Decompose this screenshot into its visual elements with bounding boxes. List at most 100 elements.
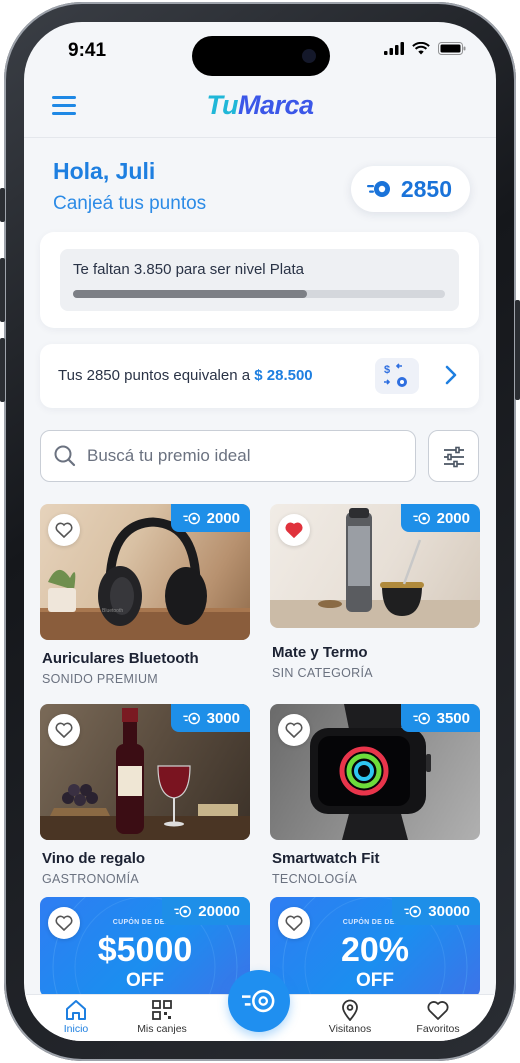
search-box	[40, 430, 416, 482]
points-value: 3500	[436, 709, 470, 727]
nav-label: Mis canjes	[137, 1023, 187, 1035]
points-coin-icon	[404, 905, 422, 917]
points-value: 2000	[436, 509, 470, 527]
coupon-off: OFF	[356, 970, 394, 991]
product-image-wine: 3000	[40, 704, 250, 840]
heart-filled-icon	[285, 522, 303, 538]
favorite-button[interactable]	[48, 514, 80, 546]
nav-item-favoritos[interactable]: Favoritos	[398, 999, 478, 1035]
level-progress-fill	[73, 290, 308, 298]
level-progress-bar	[73, 290, 445, 298]
points-coin-icon	[182, 512, 200, 524]
camera-icon	[302, 49, 316, 63]
heart-outline-icon	[55, 522, 73, 538]
brand-logo: TuMarca	[24, 90, 496, 121]
search-icon	[54, 445, 76, 467]
nav-label: Visitanos	[328, 1023, 372, 1035]
heart-icon	[427, 1001, 449, 1020]
points-badge: 3000	[170, 704, 250, 732]
nav-item-mis-canjes[interactable]: Mis canjes	[122, 999, 202, 1035]
status-time: 9:41	[68, 40, 107, 61]
side-button-power	[515, 300, 520, 400]
heart-outline-icon	[55, 722, 73, 738]
points-value: 2000	[206, 509, 240, 527]
svg-text:$: $	[384, 364, 390, 376]
svg-text:Bluetooth: Bluetooth	[102, 608, 123, 614]
equivalence-amount: $ 28.500	[254, 367, 313, 384]
points-coin-icon	[366, 181, 390, 197]
wifi-icon	[412, 42, 430, 55]
level-progress-inner: Te faltan 3.850 para ser nivel Plata	[60, 249, 459, 311]
nav-item-visitanos[interactable]: Visitanos	[310, 999, 390, 1035]
points-value: 20000	[198, 902, 240, 920]
signal-icon	[384, 42, 404, 55]
points-coin-icon	[182, 712, 200, 724]
brand-part-1: Tu	[206, 90, 238, 120]
app-header: TuMarca	[24, 80, 496, 138]
product-name: Vino de regalo	[42, 850, 146, 867]
heart-outline-icon	[55, 915, 73, 931]
coupon-image: CUPÓN DE DESC. 20% OFF 30000	[270, 897, 480, 997]
favorite-button[interactable]	[278, 514, 310, 546]
nav-label: Inicio	[63, 1023, 89, 1035]
product-category: TECNOLOGÍA	[272, 872, 357, 886]
search-input[interactable]	[87, 441, 397, 471]
brand-part-2: Marca	[237, 90, 314, 120]
points-coin-icon	[174, 905, 192, 917]
coupon-card[interactable]: CUPÓN DE DESC. 20% OFF 30000	[270, 897, 480, 997]
exchange-icon: $	[375, 358, 419, 394]
equivalence-text: Tus 2850 puntos equivalen a $ 28.500	[58, 367, 313, 384]
product-image-mate: 2000	[270, 504, 480, 628]
side-button-volume-up	[0, 258, 5, 322]
points-value: 30000	[428, 902, 470, 920]
heart-outline-icon	[285, 915, 303, 931]
favorite-button[interactable]	[278, 714, 310, 746]
screen: 9:41 TuMarca Hola, Juli Canjeá tus punto…	[24, 22, 496, 1041]
product-category: SONIDO PREMIUM	[42, 672, 159, 686]
qr-icon	[152, 1000, 172, 1020]
coupon-off: OFF	[126, 970, 164, 991]
side-button-volume-down	[0, 338, 5, 402]
nav-item-inicio[interactable]: Inicio	[36, 999, 116, 1035]
favorite-button[interactable]	[48, 907, 80, 939]
filter-button[interactable]	[428, 430, 479, 482]
nav-label: Favoritos	[416, 1023, 460, 1035]
status-icons	[384, 42, 466, 55]
product-image-headphones: Bluetooth 2000	[40, 504, 250, 640]
redeem-fab-button[interactable]	[228, 970, 290, 1032]
favorite-button[interactable]	[278, 907, 310, 939]
points-badge: 2000	[400, 504, 480, 532]
home-icon	[66, 1000, 86, 1020]
points-equivalence-card[interactable]: Tus 2850 puntos equivalen a $ 28.500 $	[40, 344, 479, 408]
level-progress-card: Te faltan 3.850 para ser nivel Plata	[40, 232, 479, 328]
chevron-right-icon[interactable]	[445, 365, 457, 385]
product-image-smartwatch: 3500	[270, 704, 480, 840]
points-coin-icon	[412, 712, 430, 724]
points-badge: 30000	[392, 897, 480, 925]
points-balance-pill[interactable]: 2850	[350, 166, 470, 212]
coupon-card[interactable]: CUPÓN DE DESC. $5000 OFF 20000	[40, 897, 250, 997]
greeting: Hola, Juli Canjeá tus puntos	[53, 158, 206, 215]
greeting-title: Hola, Juli	[53, 158, 156, 184]
points-badge: 2000	[170, 504, 250, 532]
side-button-mute	[0, 188, 5, 222]
level-message: Te faltan 3.850 para ser nivel Plata	[73, 261, 304, 278]
product-card[interactable]: Bluetooth 2000 Auriculares Bluetooth SON…	[40, 504, 250, 694]
product-category: GASTRONOMÍA	[42, 872, 140, 886]
dynamic-island	[192, 36, 330, 76]
equivalence-label: Tus 2850 puntos equivalen a	[58, 367, 255, 384]
product-card[interactable]: 2000 Mate y Termo SIN CATEGORÍA	[270, 504, 480, 694]
favorite-button[interactable]	[48, 714, 80, 746]
points-coin-icon	[412, 512, 430, 524]
greeting-subtitle: Canjeá tus puntos	[53, 193, 207, 214]
product-card[interactable]: 3500 Smartwatch Fit TECNOLOGÍA	[270, 704, 480, 894]
heart-outline-icon	[285, 722, 303, 738]
product-card[interactable]: 3000 Vino de regalo GASTRONOMÍA	[40, 704, 250, 894]
points-value: 3000	[206, 709, 240, 727]
product-name: Auriculares Bluetooth	[42, 650, 199, 667]
points-badge: 3500	[400, 704, 480, 732]
product-name: Smartwatch Fit	[272, 850, 380, 867]
product-category: SIN CATEGORÍA	[272, 666, 373, 680]
location-pin-icon	[342, 999, 358, 1021]
product-name: Mate y Termo	[272, 644, 368, 661]
